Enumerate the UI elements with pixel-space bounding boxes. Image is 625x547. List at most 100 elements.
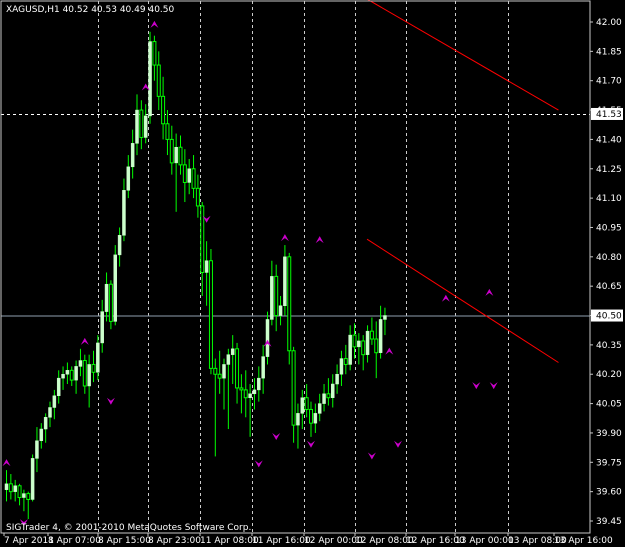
candle-body-bull <box>143 115 148 138</box>
candle-body-bear <box>287 256 292 352</box>
price-label[interactable]: 40.65 <box>596 282 622 292</box>
time-axis[interactable]: 7 Apr 20118 Apr 07:008 Apr 15:008 Apr 23… <box>3 533 613 546</box>
candle-body-bull <box>357 340 361 348</box>
candle-body-bear <box>156 64 161 97</box>
price-label[interactable]: 41.25 <box>596 165 622 175</box>
price-label[interactable]: 39.90 <box>596 429 622 439</box>
fractal-up-icon <box>441 294 450 302</box>
candle-body-bear <box>161 95 166 125</box>
time-label[interactable]: 8 Apr 07:00 <box>48 536 101 546</box>
fractal-down-icon <box>472 382 481 390</box>
price-label[interactable]: 39.60 <box>596 488 622 498</box>
candle-body-bull <box>270 276 274 320</box>
candle-body-bull <box>248 393 252 398</box>
symbol-header: XAGUSD,H1 40.52 40.53 40.49 40.50 <box>6 5 175 15</box>
fractal-up-icon <box>315 236 324 244</box>
candle-body-bull <box>296 413 300 426</box>
time-label[interactable]: 7 Apr 2011 <box>4 536 54 546</box>
price-axis[interactable]: 42.0041.8541.7041.5541.4041.2541.1040.95… <box>590 18 623 527</box>
candle-body-bull <box>322 393 326 404</box>
candle-body-bull <box>257 377 261 391</box>
candle-body-bull <box>222 364 226 379</box>
trendline[interactable] <box>363 0 559 111</box>
price-label[interactable]: 39.45 <box>596 517 622 527</box>
price-label[interactable]: 40.95 <box>596 223 622 233</box>
candle-body-bear <box>17 485 22 499</box>
candle-body-bull <box>261 356 265 379</box>
horizontal-lines <box>1 113 590 317</box>
candle-body-bull <box>52 395 57 408</box>
candle-body-bear <box>369 330 374 340</box>
candle-body-bear <box>165 123 170 140</box>
candle-body-bear <box>361 340 366 356</box>
time-label[interactable]: 13 Apr 00:00 <box>455 536 514 546</box>
time-label[interactable]: 11 Apr 08:00 <box>200 536 259 546</box>
candle-body-bull <box>265 319 270 357</box>
chart-canvas[interactable]: 42.0041.8541.7041.5541.4041.2541.1040.95… <box>0 0 625 547</box>
candle-body-bear <box>343 358 348 365</box>
candle-body-bear <box>191 168 196 189</box>
price-label[interactable]: 41.10 <box>596 194 622 204</box>
price-label[interactable]: 41.70 <box>596 77 622 87</box>
candle-body-bull <box>335 373 339 385</box>
candle-body-bear <box>274 275 279 317</box>
candle-body-bull <box>96 342 100 373</box>
candle-body-bear <box>91 363 96 373</box>
copyright-text: SIGTrader 4, © 2001-2010 MetaQuotes Soft… <box>6 523 251 533</box>
price-label[interactable]: 42.00 <box>596 18 622 28</box>
price-chart[interactable]: 42.0041.8541.7041.5541.4041.2541.1040.95… <box>0 0 625 547</box>
trendline[interactable] <box>366 238 559 363</box>
fractal-down-icon <box>254 460 263 468</box>
price-label[interactable]: 40.20 <box>596 370 622 380</box>
time-label[interactable]: 11 Apr 16:00 <box>252 536 311 546</box>
candle-body-bull <box>4 483 9 490</box>
fractal-up-icon <box>150 20 159 28</box>
time-label[interactable]: 13 Apr 16:00 <box>554 536 613 546</box>
candle-body-bear <box>304 397 309 410</box>
candle-body-bull <box>78 360 83 367</box>
candle-body-bear <box>352 334 357 348</box>
trendlines[interactable] <box>363 0 559 363</box>
candle-body-bull <box>30 458 35 500</box>
price-tag[interactable]: 41.53 <box>596 110 622 120</box>
fractal-down-icon <box>307 440 315 448</box>
candle-body-bull <box>339 358 344 375</box>
candle-body-bull <box>39 428 44 442</box>
candle-body-bull <box>226 354 231 365</box>
price-label[interactable]: 41.40 <box>596 135 622 145</box>
fractal-markers <box>2 20 498 527</box>
price-tag[interactable]: 40.50 <box>596 312 622 322</box>
candle-body-bull <box>348 334 352 365</box>
candle-body-bull <box>61 373 65 379</box>
candle-body-bull <box>187 168 191 183</box>
price-label[interactable]: 41.85 <box>596 47 622 57</box>
price-label[interactable]: 40.05 <box>596 400 622 410</box>
candle-body-bull <box>283 256 287 306</box>
candle-body-bear <box>291 350 296 426</box>
time-label[interactable]: 8 Apr 23:00 <box>148 536 201 546</box>
candle-body-bull <box>204 260 209 273</box>
fractal-up-icon <box>485 288 494 296</box>
candle-body-bear <box>309 408 313 424</box>
candle-body-bull <box>278 305 283 316</box>
candle-body-bear <box>82 360 87 387</box>
candle-body-bull <box>74 366 78 381</box>
candle-body-bull <box>65 370 70 375</box>
candle-body-bear <box>8 483 13 493</box>
candle-body-bear <box>243 389 248 399</box>
candle-body-bear <box>139 109 144 138</box>
candle-body-bull <box>100 311 104 344</box>
candle-body-bull <box>230 348 235 355</box>
fractal-down-icon <box>489 382 498 390</box>
price-label[interactable]: 40.80 <box>596 253 622 263</box>
candle-body-bear <box>217 373 222 379</box>
price-label[interactable]: 40.35 <box>596 341 622 351</box>
price-label[interactable]: 39.75 <box>596 458 622 468</box>
candle-body-bull <box>383 315 387 320</box>
time-label[interactable]: 8 Apr 15:00 <box>98 536 151 546</box>
candle-body-bull <box>56 377 61 397</box>
candles <box>4 31 387 520</box>
candle-body-bear <box>213 367 218 375</box>
candle-body-bear <box>195 187 200 207</box>
candle-body-bear <box>200 205 205 273</box>
